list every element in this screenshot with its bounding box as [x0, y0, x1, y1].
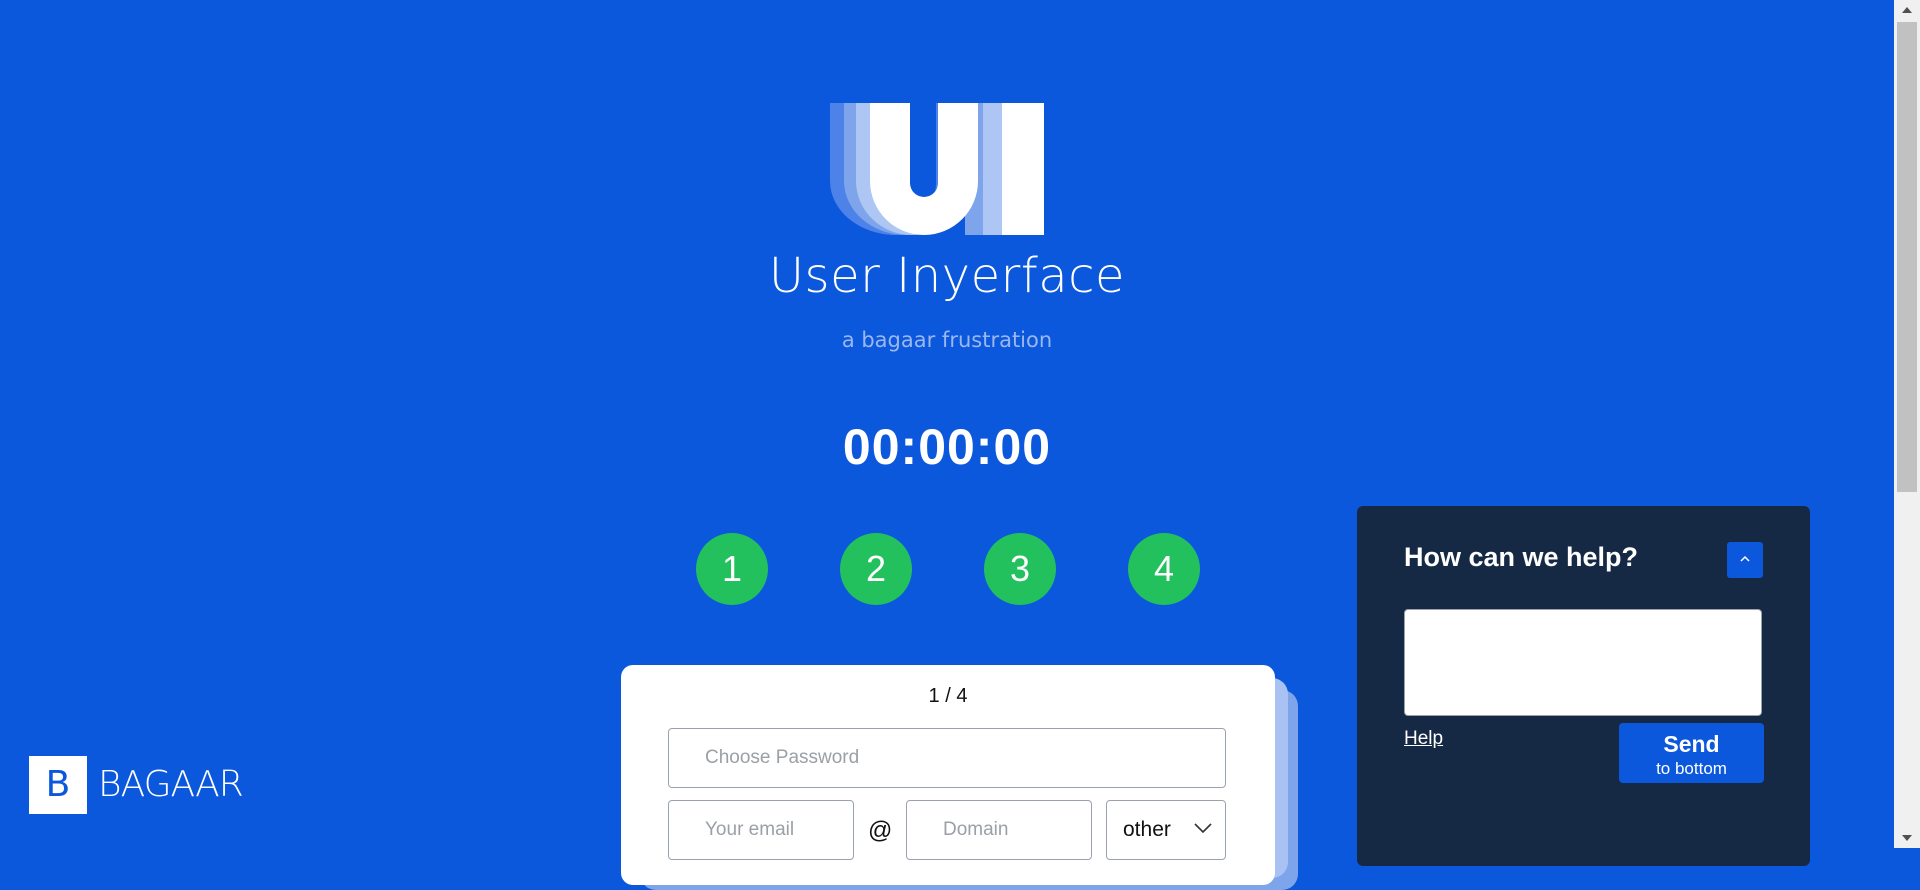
page-subtitle: a bagaar frustration	[841, 328, 1053, 352]
scrollbar-thumb[interactable]	[1897, 22, 1917, 492]
chevron-up-icon	[1740, 555, 1750, 562]
signup-card: 1 / 4 @ other	[621, 665, 1275, 885]
tld-selected-value: other	[1123, 818, 1171, 841]
password-input[interactable]	[668, 728, 1226, 788]
help-panel: How can we help? Help Send to bottom	[1357, 506, 1810, 866]
step-4: 4	[1128, 533, 1200, 605]
email-input[interactable]	[668, 800, 854, 860]
send-button-label: Send	[1663, 731, 1720, 757]
chevron-down-icon	[1194, 823, 1212, 834]
step-1: 1	[696, 533, 768, 605]
page-indicator: 1 / 4	[928, 685, 968, 707]
send-button-sublabel: to bottom	[1656, 759, 1727, 778]
help-link[interactable]: Help	[1404, 728, 1443, 750]
help-toggle-button[interactable]	[1727, 542, 1763, 578]
domain-input[interactable]	[906, 800, 1092, 860]
tld-select[interactable]: other	[1106, 800, 1226, 860]
bagaar-logo-mark: B	[29, 756, 87, 814]
scroll-up-arrow-icon[interactable]	[1894, 0, 1920, 20]
timer: 00:00:00	[842, 419, 1052, 475]
step-2: 2	[840, 533, 912, 605]
vertical-scrollbar[interactable]	[1894, 0, 1920, 848]
scroll-down-arrow-icon[interactable]	[1894, 828, 1920, 848]
page-title: User Inyerface	[768, 248, 1126, 304]
help-textarea[interactable]	[1404, 609, 1762, 716]
at-sign: @	[868, 817, 893, 844]
ui-logo	[830, 103, 1044, 235]
step-3: 3	[984, 533, 1056, 605]
step-indicators: 1 2 3 4	[696, 533, 1200, 605]
help-title: How can we help?	[1404, 542, 1639, 572]
send-button[interactable]: Send to bottom	[1619, 723, 1764, 783]
bagaar-logo-text: BAGAAR	[98, 764, 244, 805]
